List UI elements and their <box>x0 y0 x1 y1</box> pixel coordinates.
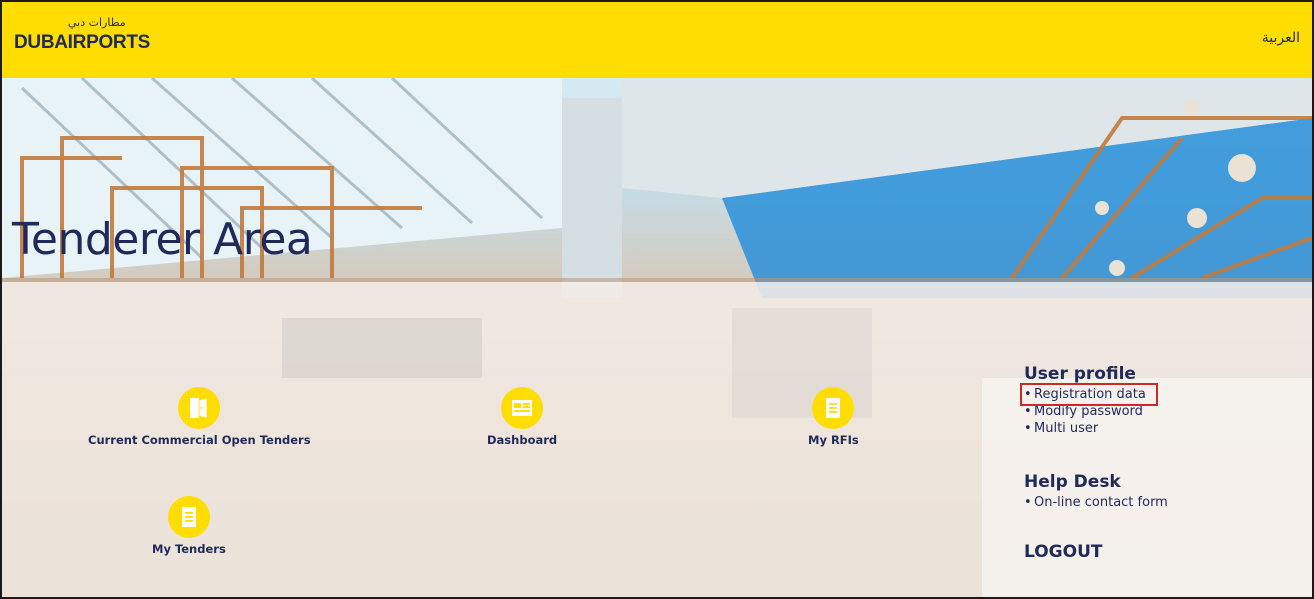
tile-icon-circle <box>501 387 544 429</box>
tile-label: My Tenders <box>152 542 226 556</box>
list-item-label: Modify password <box>1034 404 1143 419</box>
page-title: Tenderer Area <box>12 214 313 265</box>
list-item-label: Multi user <box>1034 421 1099 436</box>
online-contact-form-link[interactable]: • On-line contact form <box>1024 494 1168 511</box>
tile-label: My RFIs <box>808 433 859 447</box>
my-rfis-tile[interactable]: My RFIs <box>808 387 859 447</box>
document-icon <box>181 507 196 527</box>
tile-icon-circle <box>178 387 221 429</box>
logo-text: DUBAIRPORTS <box>14 32 151 53</box>
tile-icon-circle <box>812 387 855 429</box>
user-profile-heading: User profile <box>1024 364 1136 384</box>
document-icon <box>826 398 841 418</box>
list-item-label: On-line contact form <box>1034 495 1168 510</box>
dashboard-tile[interactable]: Dashboard <box>487 387 557 447</box>
arabic-language-link[interactable]: العربية <box>1262 30 1300 46</box>
tile-icon-circle <box>167 496 210 538</box>
current-commercial-open-tenders-tile[interactable]: Current Commercial Open Tenders <box>88 387 311 447</box>
logo-arabic-text: مطارات دبي <box>68 16 126 29</box>
help-desk-heading: Help Desk <box>1024 472 1121 492</box>
tile-label: Dashboard <box>487 433 558 447</box>
door-icon <box>190 397 208 419</box>
dashboard-icon <box>512 400 533 416</box>
multi-user-link[interactable]: • Multi user <box>1024 420 1146 437</box>
help-desk-list: • On-line contact form <box>1024 494 1168 511</box>
help-desk-section: Help Desk • On-line contact form <box>1024 472 1168 511</box>
logout-link[interactable]: LOGOUT <box>1024 542 1102 562</box>
my-tenders-tile[interactable]: My Tenders <box>152 496 226 556</box>
registration-data-highlight-box <box>1020 383 1158 406</box>
page-frame: مطارات دبي DUBAIRPORTS العربية Tenderer … <box>0 0 1314 599</box>
tile-label: Current Commercial Open Tenders <box>88 433 311 447</box>
top-header: مطارات دبي DUBAIRPORTS العربية <box>2 2 1312 78</box>
logout-section: LOGOUT <box>1024 542 1102 562</box>
